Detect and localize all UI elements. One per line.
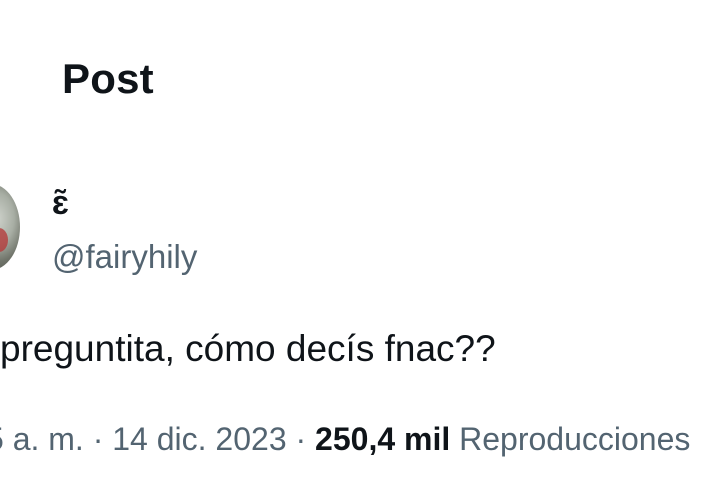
- post-date[interactable]: 14 dic. 2023: [112, 421, 286, 457]
- post-meta: 5 a. m. · 14 dic. 2023 · 250,4 mil Repro…: [0, 423, 690, 455]
- post-view: Post ɛ̃ @fairyhily preguntita, cómo decí…: [0, 0, 720, 480]
- meta-separator: ·: [83, 421, 113, 457]
- meta-separator: ·: [286, 421, 316, 457]
- author-handle[interactable]: @fairyhily: [52, 240, 197, 273]
- avatar[interactable]: [0, 184, 20, 270]
- views-count: 250,4 mil: [315, 421, 451, 457]
- author-display-name[interactable]: ɛ̃: [52, 186, 69, 220]
- post-text: preguntita, cómo decís fnac??: [0, 328, 496, 369]
- page-title: Post: [62, 55, 154, 102]
- post-time[interactable]: 5 a. m.: [0, 421, 84, 457]
- views-label: Reproducciones: [459, 421, 691, 457]
